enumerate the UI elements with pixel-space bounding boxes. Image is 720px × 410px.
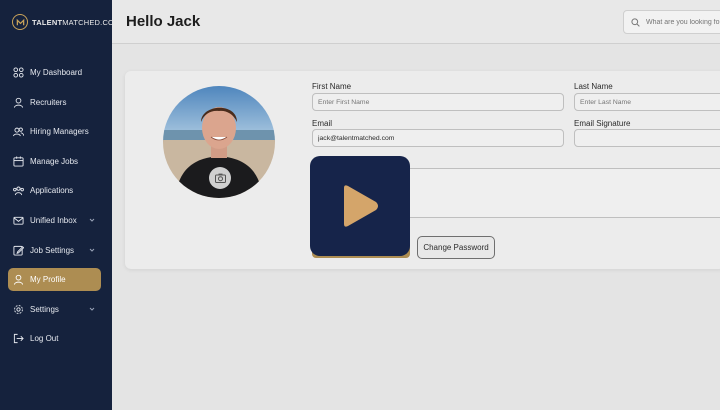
last-name-label: Last Name xyxy=(574,82,613,91)
logo: TALENTMATCHED.COM xyxy=(12,14,121,30)
sidebar-item-label: Log Out xyxy=(30,334,59,344)
page-title: Hello Jack xyxy=(126,13,201,30)
profile-icon xyxy=(13,273,29,287)
sidebar-item-label: Manage Jobs xyxy=(30,156,79,166)
sidebar-item-applications[interactable]: Applications xyxy=(8,179,101,202)
chevron-down-icon[interactable] xyxy=(89,217,95,223)
sidebar-item-label: Hiring Managers xyxy=(30,127,89,137)
sidebar-nav: My Dashboard Recruiters Hiring Managers … xyxy=(8,61,101,357)
gear-icon xyxy=(13,302,29,316)
email-signature-label: Email Signature xyxy=(574,119,631,128)
sidebar-item-manage-jobs[interactable]: Manage Jobs xyxy=(8,150,101,173)
sidebar-item-label: Job Settings xyxy=(30,245,75,255)
first-name-field[interactable] xyxy=(312,93,564,111)
video-play-button[interactable] xyxy=(310,156,410,256)
sidebar-item-my-dashboard[interactable]: My Dashboard xyxy=(8,61,101,84)
sidebar-item-label: My Profile xyxy=(30,275,66,285)
search-icon xyxy=(631,17,640,27)
chevron-down-icon[interactable] xyxy=(89,306,95,312)
sidebar-item-label: Recruiters xyxy=(30,97,67,107)
users-icon xyxy=(13,125,29,139)
sidebar-item-unified-inbox[interactable]: Unified Inbox xyxy=(8,209,101,232)
mail-icon xyxy=(13,213,29,227)
search-input[interactable] xyxy=(646,18,720,26)
sidebar-item-my-profile[interactable]: My Profile xyxy=(8,268,101,292)
email-field[interactable] xyxy=(312,129,564,147)
sidebar-item-label: My Dashboard xyxy=(30,68,83,77)
sidebar-item-settings[interactable]: Settings xyxy=(8,298,101,321)
sidebar-item-recruiters[interactable]: Recruiters xyxy=(8,91,101,114)
grid-icon xyxy=(13,66,29,80)
email-signature-field[interactable] xyxy=(574,129,720,147)
sidebar-item-label: Applications xyxy=(30,186,74,196)
logo-mark-icon xyxy=(12,14,28,30)
group-icon xyxy=(13,184,29,198)
sidebar-item-hiring-managers[interactable]: Hiring Managers xyxy=(8,120,101,143)
calendar-icon xyxy=(13,154,29,168)
last-name-field[interactable] xyxy=(574,93,720,111)
first-name-label: First Name xyxy=(312,82,352,91)
sidebar-item-label: Settings xyxy=(30,304,59,314)
play-icon xyxy=(344,185,378,227)
edit-icon xyxy=(13,243,29,257)
sidebar-item-label: Unified Inbox xyxy=(30,215,77,225)
change-password-button[interactable]: Change Password xyxy=(417,236,495,259)
chevron-down-icon[interactable] xyxy=(89,247,95,253)
camera-icon xyxy=(214,173,226,183)
sidebar-item-log-out[interactable]: Log Out xyxy=(8,327,101,350)
sidebar-item-job-settings[interactable]: Job Settings xyxy=(8,239,101,262)
top-bar: Hello Jack xyxy=(112,0,720,44)
user-icon xyxy=(13,95,29,109)
search-box[interactable] xyxy=(623,10,720,34)
sidebar: TALENTMATCHED.COM My Dashboard Recruiter… xyxy=(0,0,120,410)
logout-icon xyxy=(13,332,29,346)
change-photo-button[interactable] xyxy=(209,167,231,189)
logo-text: TALENTMATCHED.COM xyxy=(32,17,121,27)
email-label: Email xyxy=(312,119,333,128)
